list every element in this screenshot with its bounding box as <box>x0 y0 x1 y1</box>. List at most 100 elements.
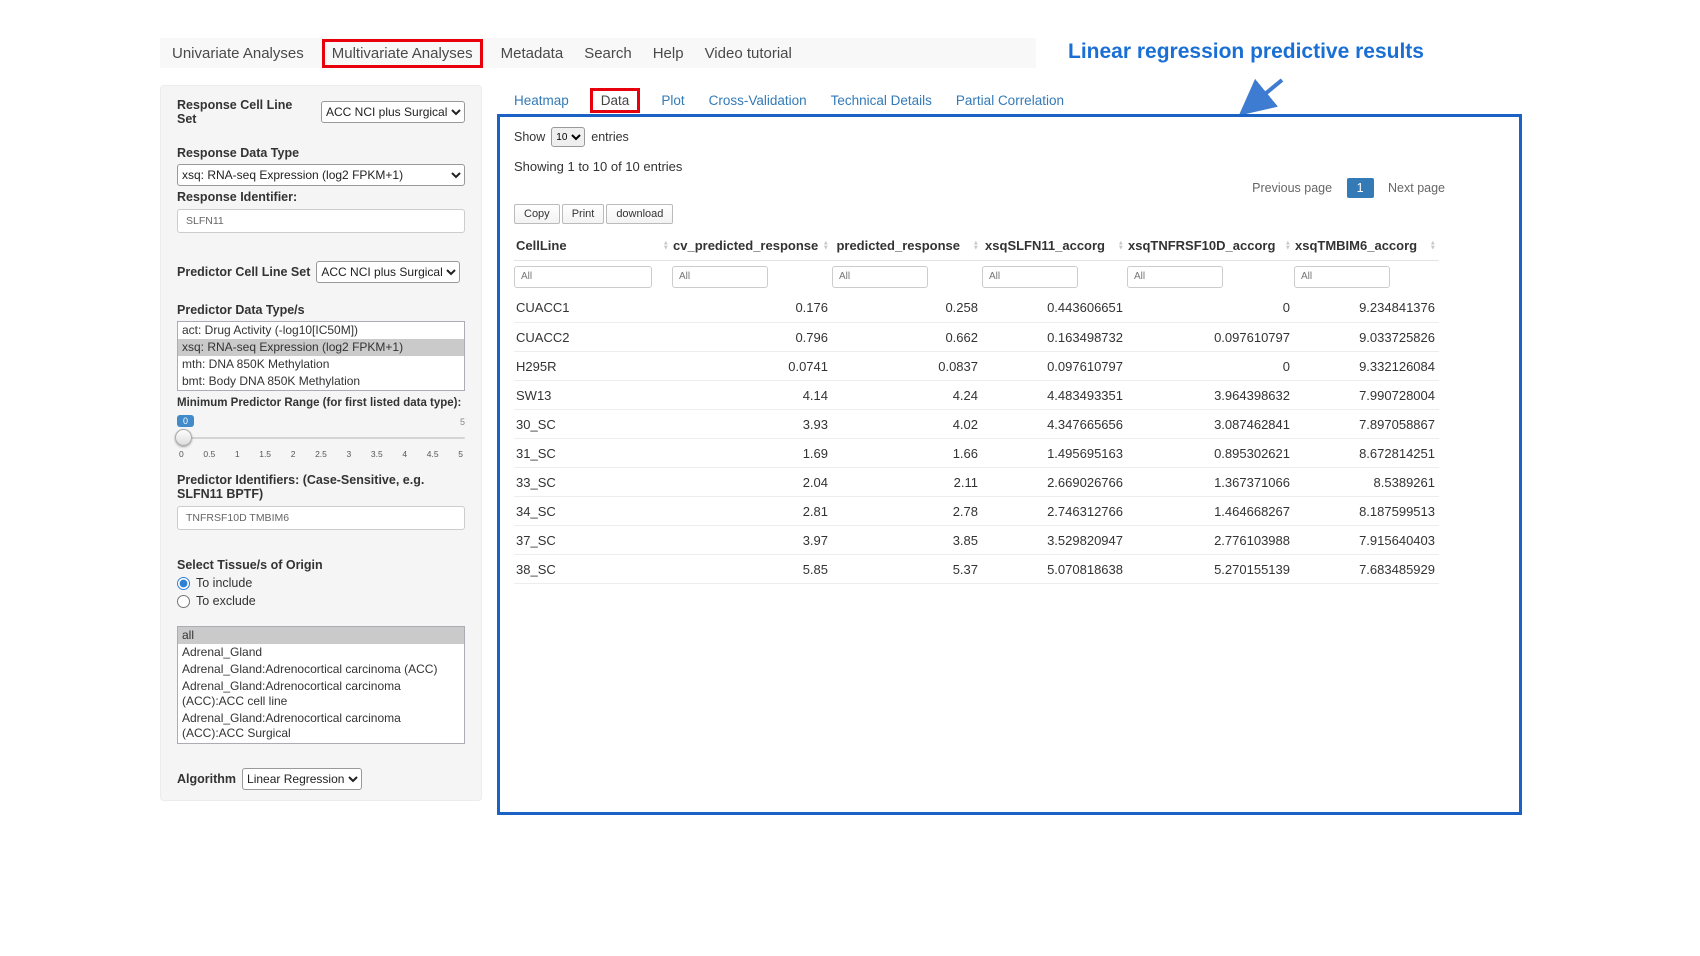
top-nav: Univariate Analyses Multivariate Analyses… <box>160 38 1036 68</box>
value-cell: 5.270155139 <box>1127 555 1294 584</box>
results-panel: Show 10 entries Showing 1 to 10 of 10 en… <box>497 114 1522 815</box>
export-buttons: CopyPrintdownload <box>514 204 1505 224</box>
value-cell: 0.796 <box>672 323 832 352</box>
cell-line-cell: 33_SC <box>514 468 672 497</box>
column-header-label: xsqSLFN11_accorg <box>985 238 1105 253</box>
value-cell: 7.915640403 <box>1294 526 1439 555</box>
nav-item-multivariate-analyses[interactable]: Multivariate Analyses <box>322 39 483 68</box>
radio-to-include[interactable]: To include <box>177 576 465 590</box>
tab-heatmap[interactable]: Heatmap <box>514 93 569 108</box>
value-cell: 1.367371066 <box>1127 468 1294 497</box>
show-entries-suffix: entries <box>591 130 629 144</box>
list-option-mth-dna-850k-methylation[interactable]: mth: DNA 850K Methylation <box>178 356 464 373</box>
tab-cross-validation[interactable]: Cross-Validation <box>709 93 807 108</box>
current-page-button[interactable]: 1 <box>1347 178 1374 198</box>
value-cell: 0.895302621 <box>1127 439 1294 468</box>
nav-item-help[interactable]: Help <box>653 45 684 62</box>
nav-item-search[interactable]: Search <box>584 45 632 62</box>
filter-input-cellline[interactable] <box>514 266 652 288</box>
value-cell: 0.0837 <box>832 352 982 381</box>
value-cell: 0 <box>1127 352 1294 381</box>
slider-ticks: 00.511.522.533.544.55 <box>179 449 463 459</box>
tab-technical-details[interactable]: Technical Details <box>831 93 932 108</box>
cell-line-cell: H295R <box>514 352 672 381</box>
previous-page-button[interactable]: Previous page <box>1244 177 1340 199</box>
filter-input-xsqslfn11-accorg[interactable] <box>982 266 1078 288</box>
radio-input-to-exclude[interactable] <box>177 595 190 608</box>
response-data-type-select[interactable]: xsq: RNA-seq Expression (log2 FPKM+1) <box>177 164 465 186</box>
print-button[interactable]: Print <box>562 204 605 224</box>
response-identifier-label: Response Identifier: <box>177 190 465 204</box>
radio-label: To include <box>196 576 252 590</box>
value-cell: 2.776103988 <box>1127 526 1294 555</box>
filter-input-predicted-response[interactable] <box>832 266 928 288</box>
filter-input-xsqtmbim6-accorg[interactable] <box>1294 266 1390 288</box>
next-page-button[interactable]: Next page <box>1380 177 1453 199</box>
radio-input-to-include[interactable] <box>177 577 190 590</box>
tab-plot[interactable]: Plot <box>661 93 684 108</box>
value-cell: 5.070818638 <box>982 555 1127 584</box>
list-option-adrenal-gland[interactable]: Adrenal_Gland <box>178 644 464 661</box>
show-entries-prefix: Show <box>514 130 545 144</box>
response-cell-line-set-row: Response Cell Line Set ACC NCI plus Surg… <box>177 98 465 126</box>
list-option-bmt-body-dna-850k-methylation[interactable]: bmt: Body DNA 850K Methylation <box>178 373 464 390</box>
cell-line-cell: SW13 <box>514 381 672 410</box>
cell-line-cell: 31_SC <box>514 439 672 468</box>
column-header-xsqtnfrsf10d-accorg[interactable]: xsqTNFRSF10D_accorg▲▼ <box>1127 232 1294 260</box>
value-cell: 4.347665656 <box>982 410 1127 439</box>
list-option-adrenal-gland-adrenocortical-carcinoma-acc[interactable]: Adrenal_Gland:Adrenocortical carcinoma (… <box>178 661 464 678</box>
filter-input-xsqtnfrsf10d-accorg[interactable] <box>1127 266 1223 288</box>
slider-handle[interactable] <box>175 429 192 446</box>
slider-tick: 4.5 <box>427 449 439 459</box>
list-option-adrenal-gland-adrenocortical-carcinoma-acc-acc-surgical[interactable]: Adrenal_Gland:Adrenocortical carcinoma (… <box>178 710 464 742</box>
column-header-xsqslfn11-accorg[interactable]: xsqSLFN11_accorg▲▼ <box>982 232 1127 260</box>
value-cell: 8.5389261 <box>1294 468 1439 497</box>
list-option-act-drug-activity-log10-ic50m[interactable]: act: Drug Activity (-log10[IC50M]) <box>178 322 464 339</box>
slider-tick: 0.5 <box>203 449 215 459</box>
filter-input-cv-predicted-response[interactable] <box>672 266 768 288</box>
column-header-xsqtmbim6-accorg[interactable]: xsqTMBIM6_accorg▲▼ <box>1294 232 1439 260</box>
cell-line-cell: 34_SC <box>514 497 672 526</box>
filter-row <box>514 260 1439 294</box>
response-identifier-input[interactable] <box>177 209 465 233</box>
column-header-cellline[interactable]: CellLine▲▼ <box>514 232 672 260</box>
column-header-cv-predicted-response[interactable]: cv_predicted_response▲▼ <box>672 232 832 260</box>
algorithm-select[interactable]: Linear Regression <box>242 768 362 790</box>
value-cell: 4.14 <box>672 381 832 410</box>
cell-line-cell: 38_SC <box>514 555 672 584</box>
algorithm-label: Algorithm <box>177 772 236 786</box>
predictor-data-type-list: act: Drug Activity (-log10[IC50M])xsq: R… <box>177 321 465 391</box>
value-cell: 0.662 <box>832 323 982 352</box>
copy-button[interactable]: Copy <box>514 204 560 224</box>
slider-tick: 1 <box>235 449 240 459</box>
tab-partial-correlation[interactable]: Partial Correlation <box>956 93 1064 108</box>
nav-item-univariate-analyses[interactable]: Univariate Analyses <box>172 45 304 62</box>
value-cell: 0.443606651 <box>982 294 1127 323</box>
value-cell: 3.964398632 <box>1127 381 1294 410</box>
radio-to-exclude[interactable]: To exclude <box>177 594 465 608</box>
response-cell-line-set-select[interactable]: ACC NCI plus Surgical <box>321 101 465 123</box>
column-header-predicted-response[interactable]: predicted_response▲▼ <box>832 232 982 260</box>
value-cell: 4.483493351 <box>982 381 1127 410</box>
predictor-cell-line-set-label: Predictor Cell Line Set <box>177 265 310 279</box>
predictor-identifiers-input[interactable] <box>177 506 465 530</box>
list-option-xsq-rna-seq-expression-log2-fpkm-1[interactable]: xsq: RNA-seq Expression (log2 FPKM+1) <box>178 339 464 356</box>
results-table: CellLine▲▼cv_predicted_response▲▼predict… <box>514 232 1439 584</box>
value-cell: 0.097610797 <box>982 352 1127 381</box>
download-button[interactable]: download <box>606 204 673 224</box>
value-cell: 7.990728004 <box>1294 381 1439 410</box>
value-cell: 4.02 <box>832 410 982 439</box>
list-option-all[interactable]: all <box>178 627 464 644</box>
column-header-label: CellLine <box>516 238 567 253</box>
show-entries-control: Show 10 entries <box>514 127 1505 147</box>
predictor-cell-line-set-select[interactable]: ACC NCI plus Surgical <box>316 261 460 283</box>
nav-item-metadata[interactable]: Metadata <box>501 45 564 62</box>
list-option-adrenal-gland-adrenocortical-carcinoma-acc-acc-cell-line[interactable]: Adrenal_Gland:Adrenocortical carcinoma (… <box>178 678 464 710</box>
table-row: 38_SC5.855.375.0708186385.2701551397.683… <box>514 555 1439 584</box>
cell-line-cell: CUACC2 <box>514 323 672 352</box>
slider-track[interactable] <box>177 437 465 439</box>
show-entries-select[interactable]: 10 <box>551 127 585 147</box>
nav-item-video-tutorial[interactable]: Video tutorial <box>705 45 792 62</box>
tab-data[interactable]: Data <box>590 88 641 113</box>
value-cell: 9.234841376 <box>1294 294 1439 323</box>
